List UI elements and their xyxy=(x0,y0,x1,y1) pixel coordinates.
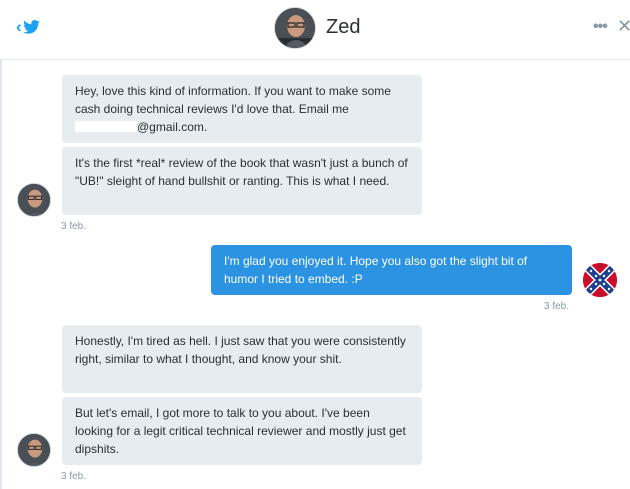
sender-avatar[interactable] xyxy=(17,183,51,217)
redacted-email xyxy=(75,121,137,132)
panel-edge xyxy=(0,60,2,489)
message-timestamp: 3 feb. xyxy=(61,471,87,482)
message-bubble: But let's email, I got more to talk to y… xyxy=(62,397,422,465)
message-bubble: Hey, love this kind of information. If y… xyxy=(62,75,422,143)
chevron-left-icon: ‹ xyxy=(16,17,22,36)
message-bubble: Honestly, I'm tired as hell. I just saw … xyxy=(62,325,422,393)
message-text: It's the first *real* review of the book… xyxy=(75,156,408,188)
portrait-icon xyxy=(275,8,315,48)
close-icon[interactable]: ✕ xyxy=(617,16,630,36)
sender-avatar[interactable] xyxy=(17,433,51,467)
back-button[interactable]: ‹ xyxy=(16,16,46,38)
header-avatar[interactable] xyxy=(274,7,316,49)
message-text: Honestly, I'm tired as hell. I just saw … xyxy=(75,334,406,366)
portrait-icon xyxy=(18,434,50,466)
message-timestamp: 3 feb. xyxy=(544,301,570,312)
message-bubble: It's the first *real* review of the book… xyxy=(62,147,422,215)
user-avatar[interactable] xyxy=(583,263,617,297)
message-timestamp: 3 feb. xyxy=(61,221,87,232)
message-text-suffix: @gmail.com. xyxy=(137,120,208,134)
message-text: But let's email, I got more to talk to y… xyxy=(75,406,406,456)
portrait-icon xyxy=(18,184,50,216)
header-contact-name[interactable]: Zed xyxy=(326,14,360,40)
conversation-header: ‹ Zed ••• ✕ xyxy=(0,0,630,60)
message-text: I'm glad you enjoyed it. Hope you also g… xyxy=(224,254,528,286)
more-dots-icon[interactable]: ••• xyxy=(593,17,611,37)
twitter-bird-icon xyxy=(22,20,40,34)
message-text: Hey, love this kind of information. If y… xyxy=(75,84,391,116)
message-bubble-outgoing: I'm glad you enjoyed it. Hope you also g… xyxy=(211,245,572,295)
flag-icon xyxy=(583,263,617,297)
